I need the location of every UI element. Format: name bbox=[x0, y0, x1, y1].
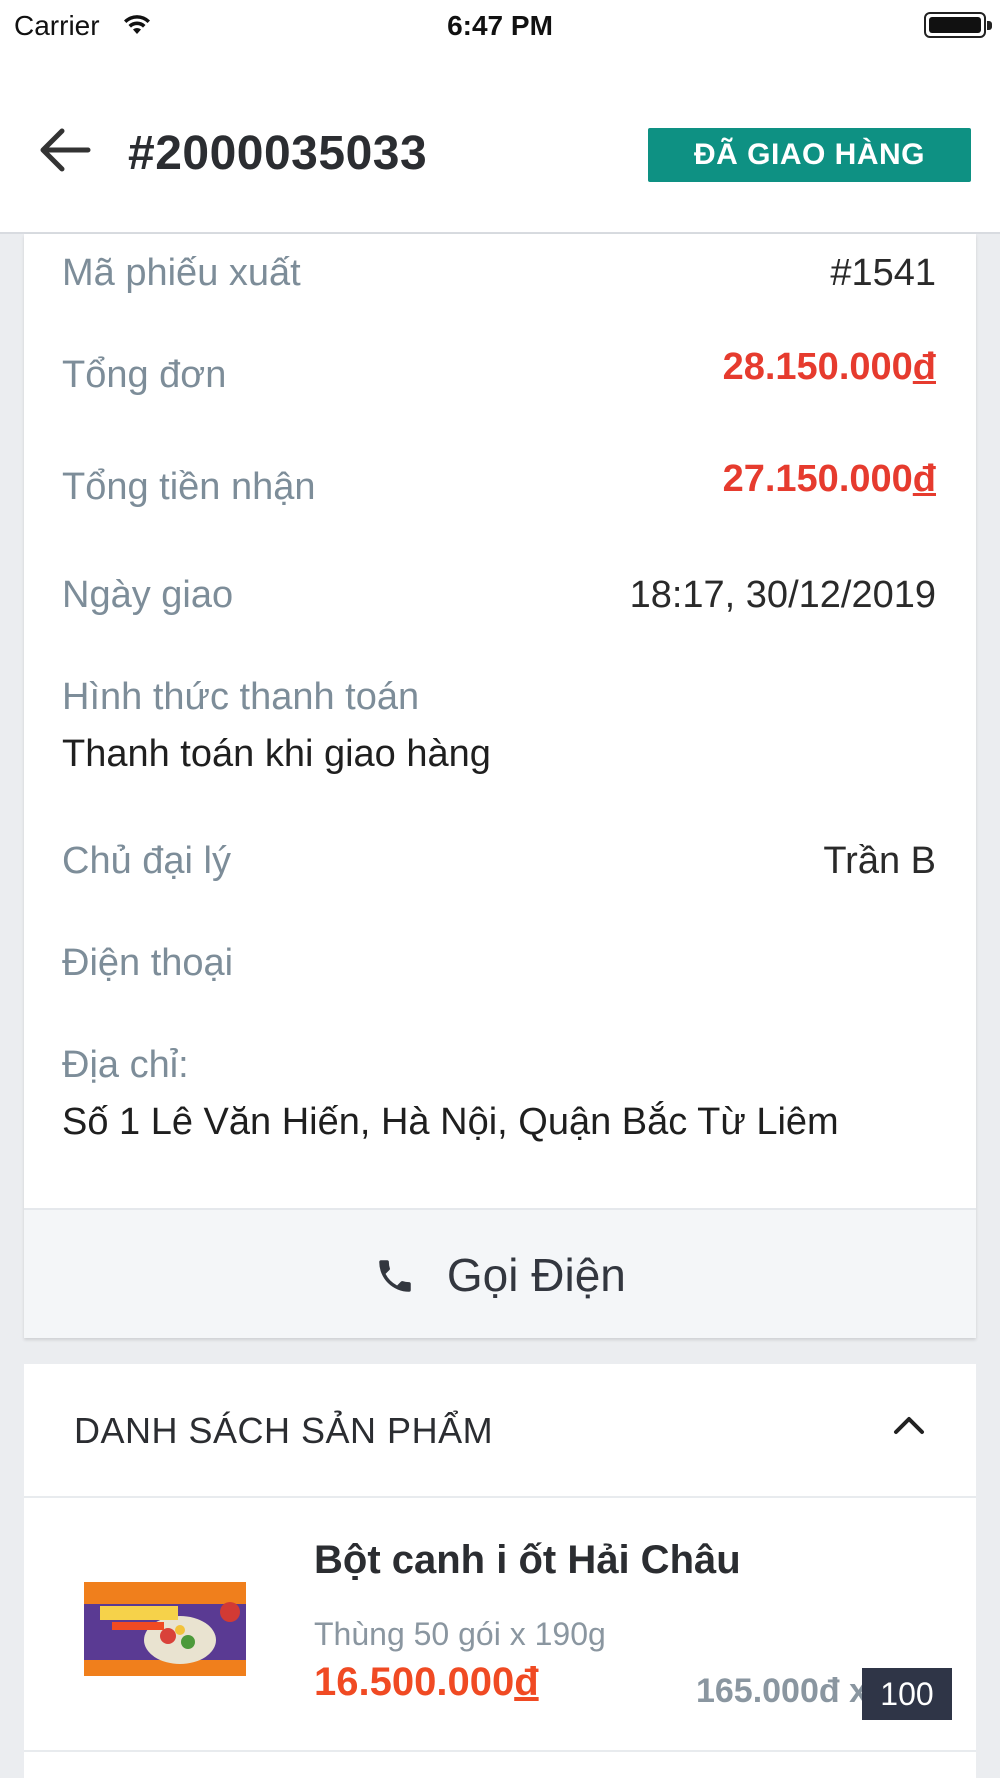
chevron-up-icon[interactable] bbox=[892, 1414, 926, 1441]
status-bar: Carrier 6:47 PM bbox=[0, 0, 1000, 52]
export-code-row: Mã phiếu xuất #1541 bbox=[62, 252, 936, 295]
product-item[interactable]: Bột canh i ốt Hải Châu Thùng 50 gói x 19… bbox=[24, 1500, 976, 1752]
product-list-title: DANH SÁCH SẢN PHẨM bbox=[74, 1410, 494, 1451]
agent-owner-value: Trần B bbox=[823, 840, 936, 882]
order-total-row: Tổng đơn 28.150.000đ bbox=[62, 346, 936, 397]
product-name: Bột canh i ốt Hải Châu bbox=[314, 1538, 741, 1582]
product-line-total: 16.500.000đ bbox=[314, 1660, 539, 1704]
phone-label: Điện thoại bbox=[62, 942, 234, 984]
call-button[interactable]: Gọi Điện bbox=[24, 1208, 976, 1338]
product-list-card: DANH SÁCH SẢN PHẨM Bột canh i ốt Hải Châ… bbox=[24, 1364, 976, 1778]
agent-owner-row: Chủ đại lý Trần B bbox=[62, 840, 936, 883]
payment-method-row: Hình thức thanh toán Thanh toán khi giao… bbox=[62, 676, 936, 776]
header-bar: #2000035033 ĐÃ GIAO HÀNG bbox=[0, 52, 1000, 234]
payment-method-value: Thanh toán khi giao hàng bbox=[62, 733, 491, 775]
export-code-value: #1541 bbox=[830, 252, 936, 294]
order-number-title: #2000035033 bbox=[128, 127, 428, 180]
call-button-label: Gọi Điện bbox=[446, 1249, 626, 1301]
payment-method-label: Hình thức thanh toán bbox=[62, 676, 420, 718]
product-list-header[interactable]: DANH SÁCH SẢN PHẨM bbox=[24, 1364, 976, 1498]
order-total-value: 28.150.000đ bbox=[722, 346, 936, 388]
delivery-date-row: Ngày giao 18:17, 30/12/2019 bbox=[62, 574, 936, 617]
received-total-row: Tổng tiền nhận 27.150.000đ bbox=[62, 458, 936, 509]
phone-row: Điện thoại bbox=[62, 942, 936, 985]
address-value: Số 1 Lê Văn Hiến, Hà Nội, Quận Bắc Từ Li… bbox=[62, 1101, 839, 1143]
product-image bbox=[84, 1582, 246, 1676]
received-total-value: 27.150.000đ bbox=[722, 458, 936, 500]
address-label: Địa chỉ: bbox=[62, 1044, 189, 1086]
export-code-label: Mã phiếu xuất bbox=[62, 252, 301, 294]
order-info-card: Mã phiếu xuất #1541 Tổng đơn 28.150.000đ… bbox=[24, 234, 976, 1338]
phone-icon bbox=[374, 1249, 447, 1301]
address-row: Địa chỉ: Số 1 Lê Văn Hiến, Hà Nội, Quận … bbox=[62, 1044, 936, 1144]
product-packaging: Thùng 50 gói x 190g bbox=[314, 1616, 606, 1652]
battery-icon bbox=[924, 12, 992, 38]
product-quantity: 100 bbox=[862, 1668, 952, 1720]
agent-owner-label: Chủ đại lý bbox=[62, 840, 231, 882]
product-unit-price: 165.000đ x bbox=[695, 1672, 868, 1710]
delivery-date-value: 18:17, 30/12/2019 bbox=[629, 574, 936, 616]
clock: 6:47 PM bbox=[447, 10, 553, 41]
back-arrow-icon[interactable] bbox=[38, 126, 92, 179]
status-badge: ĐÃ GIAO HÀNG bbox=[648, 128, 971, 182]
